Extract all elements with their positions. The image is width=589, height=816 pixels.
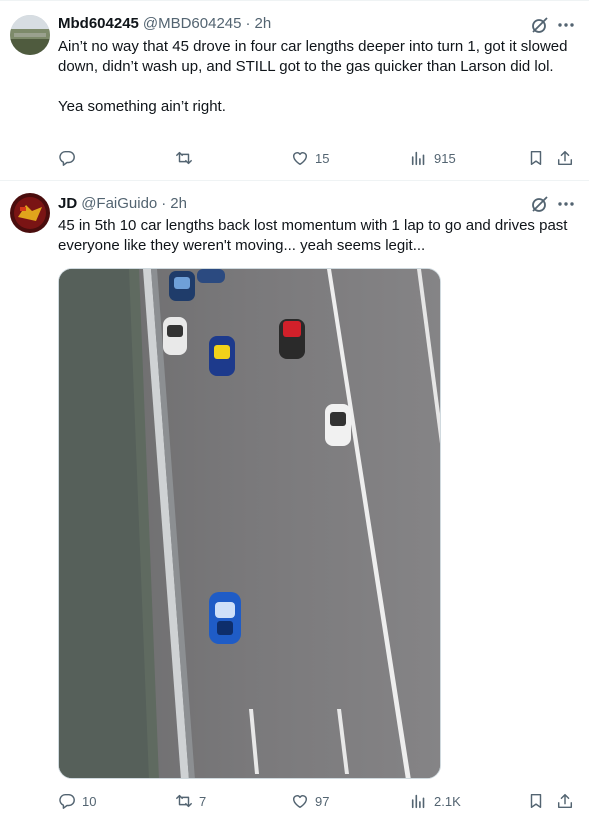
bookmark-icon bbox=[530, 793, 542, 809]
reply-button[interactable] bbox=[58, 148, 82, 168]
display-name[interactable]: Mbd604245 bbox=[58, 15, 139, 32]
media-image[interactable] bbox=[58, 268, 441, 779]
user-handle[interactable]: @MBD604245 bbox=[143, 15, 242, 32]
race-car bbox=[209, 336, 235, 376]
timestamp[interactable]: 2h bbox=[170, 195, 187, 212]
race-car bbox=[279, 319, 305, 359]
tweet-actions: 10 7 97 2.1K bbox=[58, 791, 578, 811]
retweet-count: 7 bbox=[199, 793, 207, 809]
race-car bbox=[209, 592, 241, 644]
views-icon bbox=[411, 151, 425, 166]
heart-icon bbox=[292, 795, 308, 809]
grok-icon[interactable] bbox=[530, 15, 550, 35]
reply-icon bbox=[59, 793, 75, 809]
share-icon bbox=[557, 150, 573, 166]
like-button[interactable]: 97 bbox=[291, 791, 329, 811]
grok-icon[interactable] bbox=[530, 194, 550, 214]
race-car bbox=[169, 271, 195, 301]
bookmark-button[interactable] bbox=[527, 791, 545, 811]
tweet-header: Mbd604245 @MBD604245 · 2h bbox=[58, 13, 271, 33]
views-button[interactable]: 2.1K bbox=[410, 791, 461, 811]
tweet[interactable]: JD @FaiGuido · 2h 45 in 5th 10 car lengt… bbox=[0, 181, 589, 816]
retweet-button[interactable] bbox=[175, 148, 199, 168]
share-button[interactable] bbox=[556, 148, 574, 168]
race-car bbox=[325, 404, 351, 446]
race-car bbox=[163, 317, 187, 355]
bookmark-button[interactable] bbox=[527, 148, 545, 168]
share-icon bbox=[557, 793, 573, 809]
retweet-icon bbox=[176, 151, 192, 165]
separator-dot: · bbox=[161, 194, 167, 212]
tweet-text: Ain’t no way that 45 drove in four car l… bbox=[58, 38, 568, 115]
tweet[interactable]: Mbd604245 @MBD604245 · 2h Ain’t no way t… bbox=[0, 0, 589, 181]
reply-button[interactable]: 10 bbox=[58, 791, 96, 811]
avatar[interactable] bbox=[10, 193, 50, 233]
view-count: 915 bbox=[434, 150, 456, 166]
avatar-image bbox=[10, 193, 50, 233]
user-handle[interactable]: @FaiGuido bbox=[81, 195, 157, 212]
like-button[interactable]: 15 bbox=[291, 148, 329, 168]
more-icon[interactable] bbox=[556, 194, 576, 214]
race-track-photo bbox=[59, 269, 440, 778]
views-icon bbox=[411, 794, 425, 809]
tweet-text: 45 in 5th 10 car lengths back lost momen… bbox=[58, 217, 568, 254]
retweet-icon bbox=[176, 794, 192, 808]
tweet-header: JD @FaiGuido · 2h bbox=[58, 193, 187, 213]
views-button[interactable]: 915 bbox=[410, 148, 456, 168]
race-car bbox=[197, 269, 225, 283]
separator-dot: · bbox=[245, 14, 251, 32]
heart-icon bbox=[292, 152, 308, 166]
more-icon[interactable] bbox=[556, 15, 576, 35]
retweet-button[interactable]: 7 bbox=[175, 791, 206, 811]
display-name[interactable]: JD bbox=[58, 195, 77, 212]
like-count: 97 bbox=[315, 793, 330, 809]
avatar-image bbox=[10, 15, 50, 55]
bookmark-icon bbox=[530, 150, 542, 166]
like-count: 15 bbox=[315, 150, 330, 166]
avatar[interactable] bbox=[10, 15, 50, 55]
view-count: 2.1K bbox=[434, 793, 461, 809]
reply-count: 10 bbox=[82, 793, 97, 809]
share-button[interactable] bbox=[556, 791, 574, 811]
timestamp[interactable]: 2h bbox=[255, 15, 272, 32]
reply-icon bbox=[59, 150, 75, 166]
tweet-actions: 15 915 bbox=[58, 148, 578, 168]
